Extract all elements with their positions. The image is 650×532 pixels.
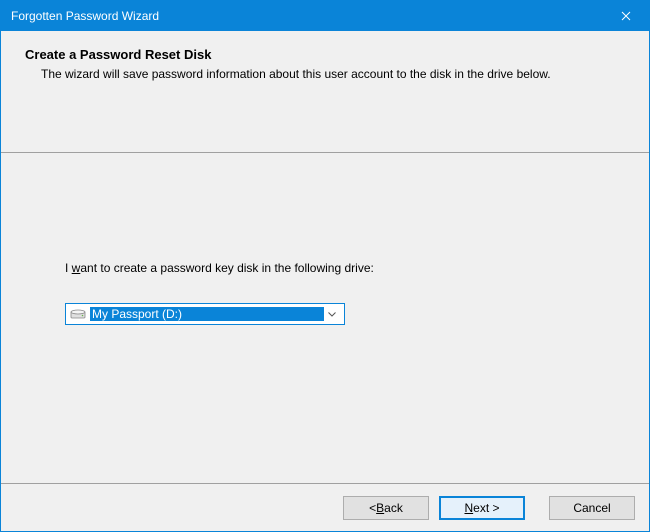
close-button[interactable]: [603, 1, 649, 31]
page-subtext: The wizard will save password informatio…: [41, 66, 601, 82]
drive-label: I want to create a password key disk in …: [65, 261, 625, 275]
wizard-header: Create a Password Reset Disk The wizard …: [1, 31, 649, 153]
window-title: Forgotten Password Wizard: [11, 9, 603, 23]
wizard-content: I want to create a password key disk in …: [1, 153, 649, 483]
hard-drive-icon: [70, 308, 86, 320]
cancel-button[interactable]: Cancel: [549, 496, 635, 520]
close-icon: [621, 11, 631, 21]
chevron-down-icon: [324, 312, 340, 317]
drive-combobox[interactable]: My Passport (D:): [65, 303, 345, 325]
wizard-window: Forgotten Password Wizard Create a Passw…: [0, 0, 650, 532]
page-title: Create a Password Reset Disk: [25, 47, 625, 62]
wizard-footer: < Back Next > Cancel: [1, 483, 649, 531]
titlebar: Forgotten Password Wizard: [1, 1, 649, 31]
next-button[interactable]: Next >: [439, 496, 525, 520]
drive-selected-value: My Passport (D:): [90, 307, 324, 321]
back-button[interactable]: < Back: [343, 496, 429, 520]
